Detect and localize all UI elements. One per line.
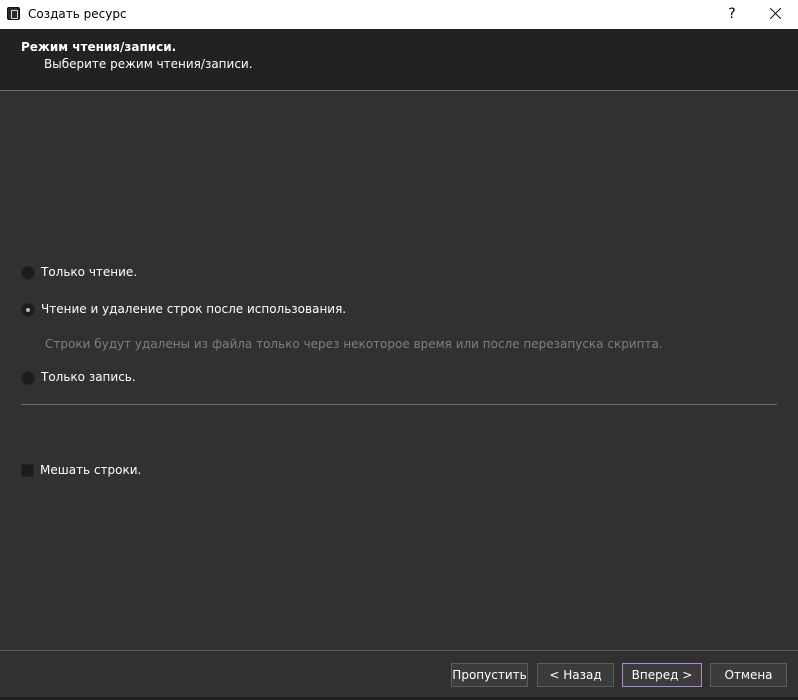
checkbox[interactable] (21, 464, 34, 477)
page-title: Режим чтения/записи. (21, 40, 177, 54)
page-subtitle: Выберите режим чтения/записи. (44, 57, 253, 71)
create-resource-dialog: Создать ресурс ? Режим чтения/записи. Вы… (0, 0, 798, 700)
wizard-header: Режим чтения/записи. Выберите режим чтен… (0, 29, 798, 91)
footer-divider (0, 650, 798, 651)
radio-button[interactable] (21, 303, 35, 317)
app-icon (7, 7, 20, 20)
close-icon[interactable] (757, 0, 795, 29)
radio-button[interactable] (21, 371, 35, 385)
cancel-button[interactable]: Отмена (710, 663, 787, 687)
radio-button[interactable] (21, 266, 35, 280)
radio-label: Только запись. (41, 370, 136, 384)
back-button[interactable]: < Назад (537, 663, 614, 687)
radio-label: Чтение и удаление строк после использова… (41, 302, 347, 316)
hint-text: Строки будут удалены из файла только чер… (45, 337, 663, 351)
window-title: Создать ресурс (28, 7, 127, 21)
radio-label: Только чтение. (41, 265, 138, 279)
next-button[interactable]: Вперед > (622, 663, 702, 687)
help-button[interactable]: ? (722, 0, 742, 29)
title-bar: Создать ресурс ? (0, 0, 798, 29)
checkbox-label: Мешать строки. (40, 463, 142, 477)
divider (21, 404, 777, 405)
skip-button[interactable]: Пропустить (451, 663, 528, 687)
